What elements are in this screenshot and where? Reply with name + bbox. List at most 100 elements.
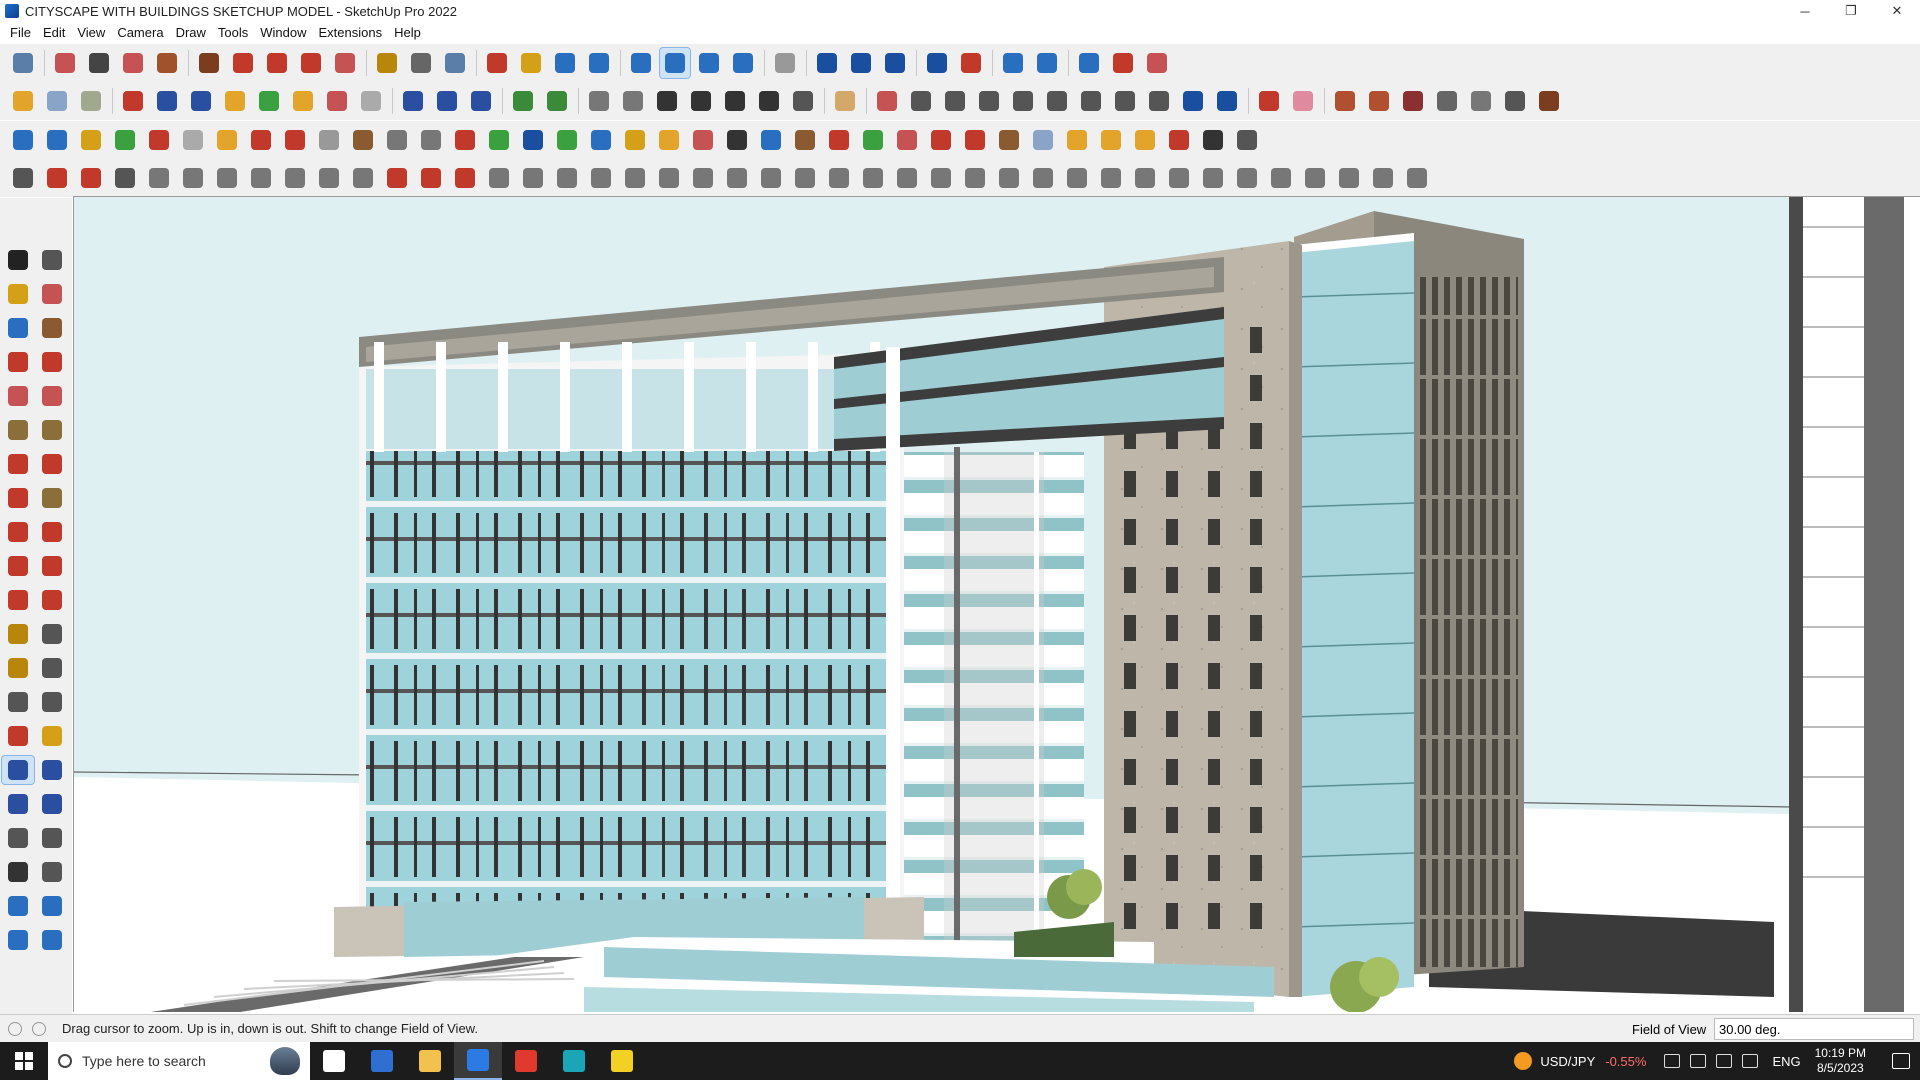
toolbar-2-tool-10-button[interactable] [322, 86, 352, 116]
toolbar-4-tool-20-button[interactable] [654, 163, 684, 193]
toolbar-3-tool-11-button[interactable] [348, 125, 378, 155]
toolbar-3-tool-12-button[interactable] [382, 125, 412, 155]
toolbar-1-tool-25-button[interactable] [880, 48, 910, 78]
toolbar-3-tool-17-button[interactable] [552, 125, 582, 155]
toolbar-2-tool-8-button[interactable] [254, 86, 284, 116]
toolbar-2-tool-41-button[interactable] [1432, 86, 1462, 116]
palette-tool-39-button[interactable] [2, 892, 34, 920]
palette-tool-11-button[interactable] [2, 416, 34, 444]
toolbar-4-tool-6-button[interactable] [178, 163, 208, 193]
toolbar-3-tool-33-button[interactable] [1096, 125, 1126, 155]
toolbar-1-tool-21-button[interactable] [728, 48, 758, 78]
toolbar-1-tool-12-button[interactable] [406, 48, 436, 78]
palette-tool-34-button[interactable] [36, 790, 68, 818]
toolbar-3-tool-26-button[interactable] [858, 125, 888, 155]
toolbar-2-tool-33-button[interactable] [1144, 86, 1174, 116]
toolbar-4-tool-8-button[interactable] [246, 163, 276, 193]
toolbar-1-tool-23-button[interactable] [812, 48, 842, 78]
toolbar-2-tool-44-button[interactable] [1534, 86, 1564, 116]
toolbar-3-tool-19-button[interactable] [620, 125, 650, 155]
toolbar-2-tool-13-button[interactable] [432, 86, 462, 116]
notifications-button[interactable] [1882, 1042, 1920, 1080]
toolbar-4-tool-14-button[interactable] [450, 163, 480, 193]
toolbar-3-tool-30-button[interactable] [994, 125, 1024, 155]
toolbar-4-tool-29-button[interactable] [960, 163, 990, 193]
palette-tool-32-button[interactable] [36, 756, 68, 784]
menu-tools[interactable]: Tools [212, 25, 254, 40]
toolbar-3-tool-8-button[interactable] [246, 125, 276, 155]
toolbar-3-tool-35-button[interactable] [1164, 125, 1194, 155]
toolbar-2-tool-22-button[interactable] [754, 86, 784, 116]
palette-tool-38-button[interactable] [36, 858, 68, 886]
palette-tool-27-button[interactable] [2, 688, 34, 716]
menu-file[interactable]: File [4, 25, 37, 40]
clock[interactable]: 10:19 PM 8/5/2023 [1815, 1046, 1866, 1076]
toolbar-1-tool-11-button[interactable] [372, 48, 402, 78]
menu-camera[interactable]: Camera [111, 25, 169, 40]
start-button[interactable] [0, 1042, 48, 1080]
toolbar-2-tool-15-button[interactable] [508, 86, 538, 116]
toolbar-2-tool-3-button[interactable] [76, 86, 106, 116]
toolbar-1-tool-15-button[interactable] [516, 48, 546, 78]
restore-button[interactable]: ❐ [1828, 0, 1874, 22]
toolbar-3-tool-3-button[interactable] [76, 125, 106, 155]
palette-tool-33-button[interactable] [2, 790, 34, 818]
palette-tool-40-button[interactable] [36, 892, 68, 920]
toolbar-3-tool-27-button[interactable] [892, 125, 922, 155]
palette-tool-9-button[interactable] [2, 382, 34, 410]
toolbar-3-tool-7-button[interactable] [212, 125, 242, 155]
toolbar-4-tool-11-button[interactable] [348, 163, 378, 193]
toolbar-2-tool-32-button[interactable] [1110, 86, 1140, 116]
toolbar-1-tool-6-button[interactable] [194, 48, 224, 78]
toolbar-3-tool-24-button[interactable] [790, 125, 820, 155]
toolbar-2-tool-1-button[interactable] [8, 86, 38, 116]
toolbar-3-tool-10-button[interactable] [314, 125, 344, 155]
toolbar-4-tool-18-button[interactable] [586, 163, 616, 193]
toolbar-1-tool-4-button[interactable] [118, 48, 148, 78]
toolbar-2-tool-20-button[interactable] [686, 86, 716, 116]
toolbar-1-tool-13-button[interactable] [440, 48, 470, 78]
toolbar-4-tool-1-button[interactable] [8, 163, 38, 193]
toolbar-1-tool-28-button[interactable] [998, 48, 1028, 78]
toolbar-4-tool-28-button[interactable] [926, 163, 956, 193]
toolbar-2-tool-21-button[interactable] [720, 86, 750, 116]
toolbar-4-tool-31-button[interactable] [1028, 163, 1058, 193]
toolbar-4-tool-16-button[interactable] [518, 163, 548, 193]
toolbar-1-tool-18-button[interactable] [626, 48, 656, 78]
toolbar-2-tool-39-button[interactable] [1364, 86, 1394, 116]
palette-tool-25-button[interactable] [2, 654, 34, 682]
acrobat-app[interactable] [502, 1042, 550, 1080]
toolbar-4-tool-42-button[interactable] [1402, 163, 1432, 193]
toolbar-2-tool-16-button[interactable] [542, 86, 572, 116]
toolbar-2-tool-11-button[interactable] [356, 86, 386, 116]
palette-tool-8-button[interactable] [36, 348, 68, 376]
minimize-button[interactable]: ─ [1782, 0, 1828, 22]
palette-tool-13-button[interactable] [2, 450, 34, 478]
toolbar-2-tool-35-button[interactable] [1212, 86, 1242, 116]
palette-tool-19-button[interactable] [2, 552, 34, 580]
toolbar-4-tool-17-button[interactable] [552, 163, 582, 193]
toolbar-2-tool-28-button[interactable] [974, 86, 1004, 116]
palette-tool-14-button[interactable] [36, 450, 68, 478]
toolbar-4-tool-13-button[interactable] [416, 163, 446, 193]
palette-tool-10-button[interactable] [36, 382, 68, 410]
toolbar-4-tool-23-button[interactable] [756, 163, 786, 193]
menu-extensions[interactable]: Extensions [313, 25, 389, 40]
palette-tool-6-button[interactable] [36, 314, 68, 342]
palette-tool-7-button[interactable] [2, 348, 34, 376]
toolbar-3-tool-15-button[interactable] [484, 125, 514, 155]
palette-tool-29-button[interactable] [2, 722, 34, 750]
toolbar-4-tool-38-button[interactable] [1266, 163, 1296, 193]
toolbar-2-tool-23-button[interactable] [788, 86, 818, 116]
toolbar-4-tool-25-button[interactable] [824, 163, 854, 193]
toolbar-2-tool-42-button[interactable] [1466, 86, 1496, 116]
palette-tool-21-button[interactable] [2, 586, 34, 614]
speaker-icon[interactable] [1742, 1054, 1759, 1068]
toolbar-1-tool-5-button[interactable] [152, 48, 182, 78]
toolbar-3-tool-16-button[interactable] [518, 125, 548, 155]
task-view-button[interactable] [310, 1042, 358, 1080]
toolbar-1-tool-7-button[interactable] [228, 48, 258, 78]
toolbar-1-tool-20-button[interactable] [694, 48, 724, 78]
toolbar-4-tool-3-button[interactable] [76, 163, 106, 193]
toolbar-1-tool-1-button[interactable] [8, 48, 38, 78]
